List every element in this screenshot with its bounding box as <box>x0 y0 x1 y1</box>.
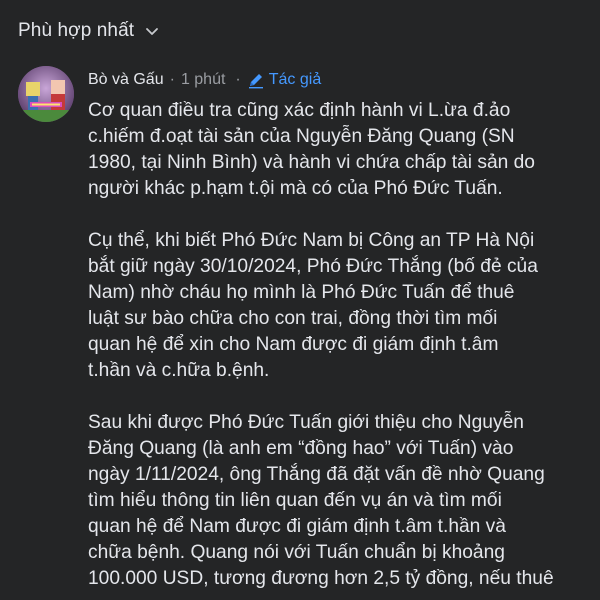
author-badge-label: Tác giả <box>268 71 322 88</box>
comment-paragraph: Cụ thể, khi biết Phó Đức Nam bị Công an … <box>88 230 538 381</box>
comment-time[interactable]: 1 phút <box>181 71 225 89</box>
sort-label: Phù hợp nhất <box>18 20 135 41</box>
sort-dropdown[interactable]: Phù hợp nhất <box>18 14 160 48</box>
comment-paragraph: Sau khi được Phó Đức Tuấn giới thiệu cho… <box>88 412 554 589</box>
author-badge: Tác giả <box>247 71 321 89</box>
pen-icon <box>248 74 263 89</box>
avatar-image <box>18 66 74 122</box>
comment-body: Bò và Gấu · 1 phút · Tác giả Cơ quan điề… <box>88 66 598 600</box>
author-name[interactable]: Bò và Gấu <box>88 71 164 89</box>
comment-meta: Bò và Gấu · 1 phút · Tác giả <box>88 66 598 94</box>
chevron-down-icon <box>146 28 159 35</box>
meta-separator: · <box>169 71 175 88</box>
avatar[interactable] <box>18 66 74 122</box>
comment-text: Cơ quan điều tra cũng xác định hành vi L… <box>88 98 598 592</box>
comment-paragraph: Cơ quan điều tra cũng xác định hành vi L… <box>88 100 535 199</box>
meta-separator-2: · <box>235 71 241 88</box>
